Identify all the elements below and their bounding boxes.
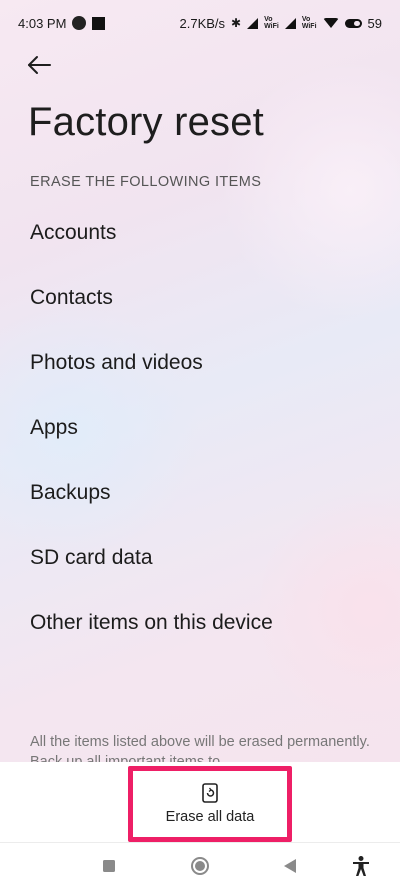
nav-back-button[interactable] (278, 855, 302, 877)
notification-square-icon (92, 16, 106, 30)
square-icon (103, 860, 115, 872)
vowifi-top: Vo (301, 16, 311, 23)
notification-icon (72, 16, 87, 30)
status-right: 2.7KB/s ✱ Vo WiFi Vo WiFi 59 (180, 16, 383, 31)
vowifi-bottom: WiFi (301, 23, 317, 30)
back-button[interactable] (26, 50, 60, 80)
status-time: 4:03 PM (18, 15, 67, 31)
vowifi-bottom: WiFi (264, 23, 279, 30)
accessibility-icon (353, 856, 369, 876)
triangle-back-icon (284, 859, 296, 873)
list-item: SD card data (30, 546, 153, 569)
vowifi-top: Vo (264, 16, 273, 23)
network-speed: 2.7KB/s (179, 15, 226, 31)
wifi-icon (322, 18, 339, 28)
list-item: Accounts (30, 221, 117, 244)
phone-reset-icon (202, 783, 218, 803)
circle-icon (191, 857, 209, 875)
page-title: Factory reset (28, 100, 264, 144)
erase-items-list: Accounts Contacts Photos and videos Apps… (30, 208, 273, 663)
navigation-bar (0, 843, 400, 889)
list-item: Apps (30, 416, 78, 439)
home-button[interactable] (188, 855, 212, 877)
recents-button[interactable] (97, 855, 121, 877)
status-left: 4:03 PM (18, 15, 106, 31)
erase-warning-text: All the items listed above will be erase… (30, 734, 370, 762)
list-item: Photos and videos (30, 351, 203, 374)
signal-icon (247, 17, 259, 29)
list-item: Other items on this device (30, 611, 273, 634)
background-glow (260, 480, 400, 740)
screen: 4:03 PM 2.7KB/s ✱ Vo WiFi Vo WiFi 59 Fac… (0, 0, 400, 889)
signal-icon (284, 17, 296, 29)
status-bar: 4:03 PM 2.7KB/s ✱ Vo WiFi Vo WiFi 59 (0, 0, 400, 46)
list-item: Backups (30, 481, 111, 504)
accessibility-button[interactable] (349, 855, 373, 877)
list-item: Contacts (30, 286, 113, 309)
arrow-left-icon (28, 56, 51, 74)
battery-icon (344, 18, 362, 28)
battery-percent: 59 (367, 15, 382, 31)
vowifi-icon: Vo WiFi (302, 16, 317, 30)
vowifi-icon: Vo WiFi (264, 16, 279, 30)
erase-all-data-label: Erase all data (165, 809, 255, 825)
bluetooth-icon: ✱ (231, 16, 242, 30)
erase-all-data-button[interactable]: Erase all data (128, 766, 292, 842)
section-header: ERASE THE FOLLOWING ITEMS (30, 174, 262, 190)
